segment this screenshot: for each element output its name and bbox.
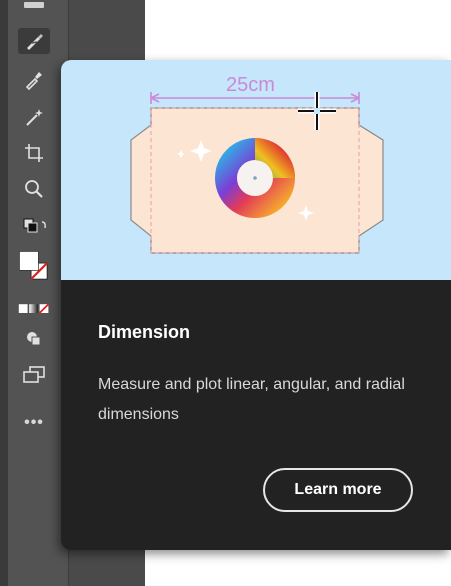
tool-pen[interactable] <box>18 28 50 54</box>
toolbar-edge <box>0 0 8 586</box>
magic-wand-icon <box>26 109 43 126</box>
crop-icon <box>25 144 43 162</box>
tool-color-mode[interactable] <box>18 296 50 322</box>
toolbar: ••• <box>0 0 68 586</box>
draw-mode-icon <box>27 332 41 346</box>
tool-magic-wand[interactable] <box>18 104 50 130</box>
tooltip-card: 25cm Dimension Measure and plot linear, … <box>61 60 451 550</box>
more-tools-button[interactable]: ••• <box>18 410 50 436</box>
tool-fill-stroke[interactable] <box>18 244 50 288</box>
card-title: Dimension <box>98 322 191 342</box>
eyedropper-icon <box>25 72 42 90</box>
dimension-illustration: 25cm <box>61 60 451 280</box>
tool-default-colors[interactable] <box>18 214 50 240</box>
tool-draw-mode[interactable] <box>18 326 50 352</box>
learn-more-label: Learn more <box>294 481 382 498</box>
more-tools-label: ••• <box>24 414 44 431</box>
pen-tool-icon <box>27 34 43 50</box>
color-mode-icon <box>18 303 50 314</box>
zoom-icon <box>25 180 43 198</box>
partial-icon <box>24 2 44 8</box>
dimension-measure-label: 25cm <box>226 74 275 96</box>
tool-screen-mode[interactable] <box>18 362 50 388</box>
tool-zoom[interactable] <box>18 176 50 202</box>
tool-crop[interactable] <box>18 140 50 166</box>
tool-eyedropper[interactable] <box>18 66 50 92</box>
fill-stroke-icon <box>19 251 48 280</box>
screen-mode-icon <box>23 366 45 383</box>
tool-partial[interactable] <box>18 0 50 10</box>
learn-more-button[interactable]: Learn more <box>263 468 413 512</box>
default-colors-icon <box>23 218 46 233</box>
card-description: Measure and plot linear, angular, and ra… <box>98 376 405 423</box>
